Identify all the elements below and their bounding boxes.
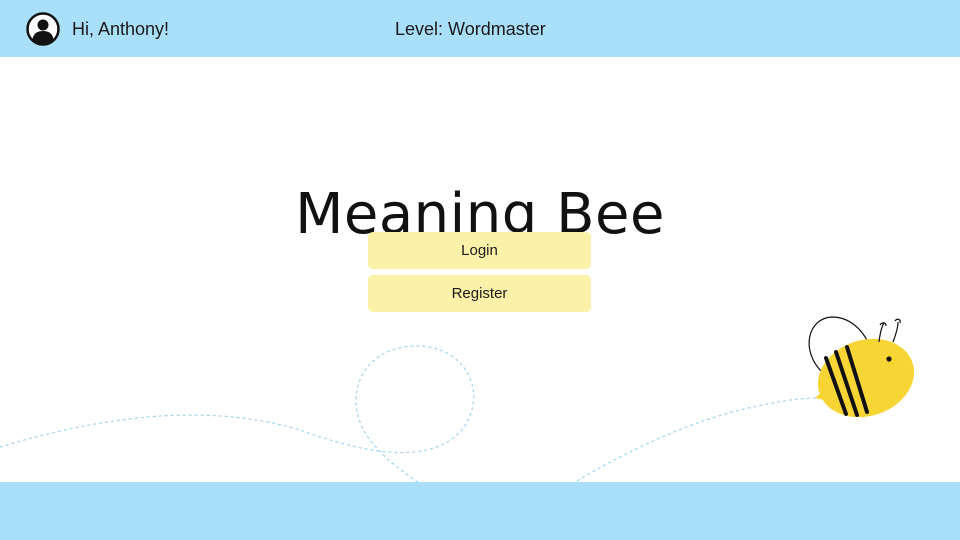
- greeting-text: Hi, Anthony!: [72, 19, 170, 39]
- login-button[interactable]: Login: [368, 232, 591, 269]
- dashed-flight-path: [0, 345, 819, 485]
- bee-icon: [808, 316, 915, 418]
- top-bar: Hi, Anthony! Level: Wordmaster: [0, 0, 960, 57]
- register-button[interactable]: Register: [368, 275, 591, 312]
- user-avatar-icon[interactable]: [26, 12, 60, 46]
- level-label: Level: Wordmaster: [395, 19, 546, 39]
- page: Hi, Anthony! Level: Wordmaster Meaning B…: [0, 0, 960, 540]
- bottom-bar: [0, 482, 960, 540]
